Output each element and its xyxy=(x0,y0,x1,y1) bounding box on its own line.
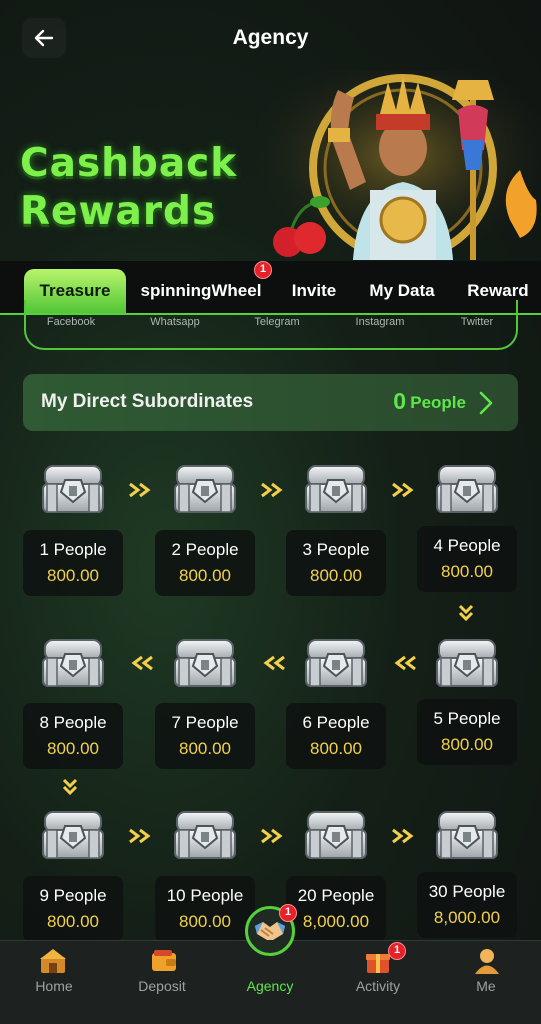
reward-amount: 800.00 xyxy=(441,562,493,581)
home-icon xyxy=(40,949,66,973)
telegram-label[interactable]: Telegram xyxy=(232,316,322,328)
treasure-chest-icon[interactable] xyxy=(41,636,105,690)
people-count: 30 People xyxy=(428,882,506,901)
reward-amount: 800.00 xyxy=(310,739,362,758)
cashback-banner: Cashback Rewards xyxy=(0,70,541,260)
double-chevron-down-icon xyxy=(458,604,474,622)
double-chevron-left-icon xyxy=(131,655,153,671)
double-chevron-right-icon xyxy=(129,828,151,844)
wallet-icon xyxy=(152,950,176,971)
treasure-chest-icon[interactable] xyxy=(435,636,499,690)
page-title: Agency xyxy=(232,26,309,49)
double-chevron-left-icon xyxy=(394,655,416,671)
people-count: 7 People xyxy=(171,713,239,732)
nav-label: Deposit xyxy=(138,978,186,994)
people-count: 4 People xyxy=(433,536,501,555)
reward-amount: 800.00 xyxy=(441,735,493,754)
treasure-chest-icon[interactable] xyxy=(41,462,105,516)
direct-subordinates-bar[interactable]: My Direct Subordinates 0 People xyxy=(23,374,518,431)
people-count: 1 People xyxy=(39,540,107,559)
treasure-chest-icon[interactable] xyxy=(173,636,237,690)
banner-title-line2: Rewards xyxy=(20,189,217,234)
people-count: 6 People xyxy=(302,713,370,732)
reward-card: 1 People 800.00 xyxy=(23,530,123,596)
treasure-chest-icon[interactable] xyxy=(304,636,368,690)
reward-amount: 800.00 xyxy=(179,739,231,758)
instagram-label[interactable]: Instagram xyxy=(335,316,425,328)
treasure-chest-icon[interactable] xyxy=(304,462,368,516)
warrior-illustration xyxy=(258,70,541,260)
treasure-chest-icon[interactable] xyxy=(173,462,237,516)
nav-label: Me xyxy=(476,978,496,994)
double-chevron-right-icon xyxy=(392,828,414,844)
reward-card: 20 People 8,000.00 xyxy=(286,876,386,942)
notification-badge: 1 xyxy=(279,904,297,922)
reward-card: 9 People 800.00 xyxy=(23,876,123,942)
header: Agency xyxy=(0,0,541,76)
nav-activity[interactable]: Activity xyxy=(324,941,432,1024)
nav-label: Agency xyxy=(246,978,294,994)
reward-card: 6 People 800.00 xyxy=(286,703,386,769)
whatsapp-label[interactable]: Whatsapp xyxy=(130,316,220,328)
reward-amount: 800.00 xyxy=(47,739,99,758)
nav-deposit[interactable]: Deposit xyxy=(108,941,216,1024)
reward-card: 2 People 800.00 xyxy=(155,530,255,596)
banner-title: Cashback Rewards xyxy=(20,140,237,236)
double-chevron-down-icon xyxy=(62,778,78,796)
banner-title-line1: Cashback xyxy=(20,141,238,186)
double-chevron-right-icon xyxy=(261,828,283,844)
notification-badge: 1 xyxy=(254,261,272,279)
reward-amount: 800.00 xyxy=(179,566,231,585)
people-count: 5 People xyxy=(433,709,501,728)
reward-card: 10 People 800.00 xyxy=(155,876,255,942)
nav-home[interactable]: Home xyxy=(0,941,108,1024)
handshake-icon xyxy=(255,922,285,940)
treasure-chest-icon[interactable] xyxy=(304,808,368,862)
reward-card: 4 People 800.00 xyxy=(417,526,517,592)
people-count: 9 People xyxy=(39,886,107,905)
user-icon xyxy=(475,949,499,974)
notification-badge: 1 xyxy=(388,942,406,960)
people-count: 3 People xyxy=(302,540,370,559)
reward-amount: 800.00 xyxy=(47,566,99,585)
double-chevron-right-icon xyxy=(261,482,283,498)
chevron-right-icon xyxy=(479,391,493,415)
people-count: 20 People xyxy=(297,886,375,905)
treasure-chest-icon[interactable] xyxy=(435,462,499,516)
reward-card: 3 People 800.00 xyxy=(286,530,386,596)
reward-amount: 800.00 xyxy=(179,912,231,931)
nav-me[interactable]: Me xyxy=(432,941,540,1024)
double-chevron-left-icon xyxy=(263,655,285,671)
nav-label: Activity xyxy=(355,978,401,994)
tab-label: spinningWheel xyxy=(140,281,262,300)
nav-label: Home xyxy=(35,978,73,994)
reward-amount: 8,000.00 xyxy=(433,908,501,927)
facebook-label[interactable]: Facebook xyxy=(26,316,116,328)
subordinates-unit: People xyxy=(410,393,466,412)
reward-card: 7 People 800.00 xyxy=(155,703,255,769)
reward-card: 8 People 800.00 xyxy=(23,703,123,769)
double-chevron-right-icon xyxy=(392,482,414,498)
people-count: 2 People xyxy=(171,540,239,559)
double-chevron-right-icon xyxy=(129,482,151,498)
treasure-chest-icon[interactable] xyxy=(435,808,499,862)
treasure-chest-icon[interactable] xyxy=(41,808,105,862)
agency-page: Agency Cashback Rewards Treasure spinnin… xyxy=(0,0,541,1024)
subordinates-label: My Direct Subordinates xyxy=(41,391,254,412)
reward-amount: 800.00 xyxy=(47,912,99,931)
people-count: 10 People xyxy=(166,886,244,905)
reward-amount: 8,000.00 xyxy=(302,912,370,931)
treasure-chest-icon[interactable] xyxy=(173,808,237,862)
reward-card: 30 People 8,000.00 xyxy=(417,872,517,938)
reward-card: 5 People 800.00 xyxy=(417,699,517,765)
subordinates-count: 0 xyxy=(393,388,406,414)
twitter-label[interactable]: Twitter xyxy=(432,316,522,328)
people-count: 8 People xyxy=(39,713,107,732)
reward-amount: 800.00 xyxy=(310,566,362,585)
